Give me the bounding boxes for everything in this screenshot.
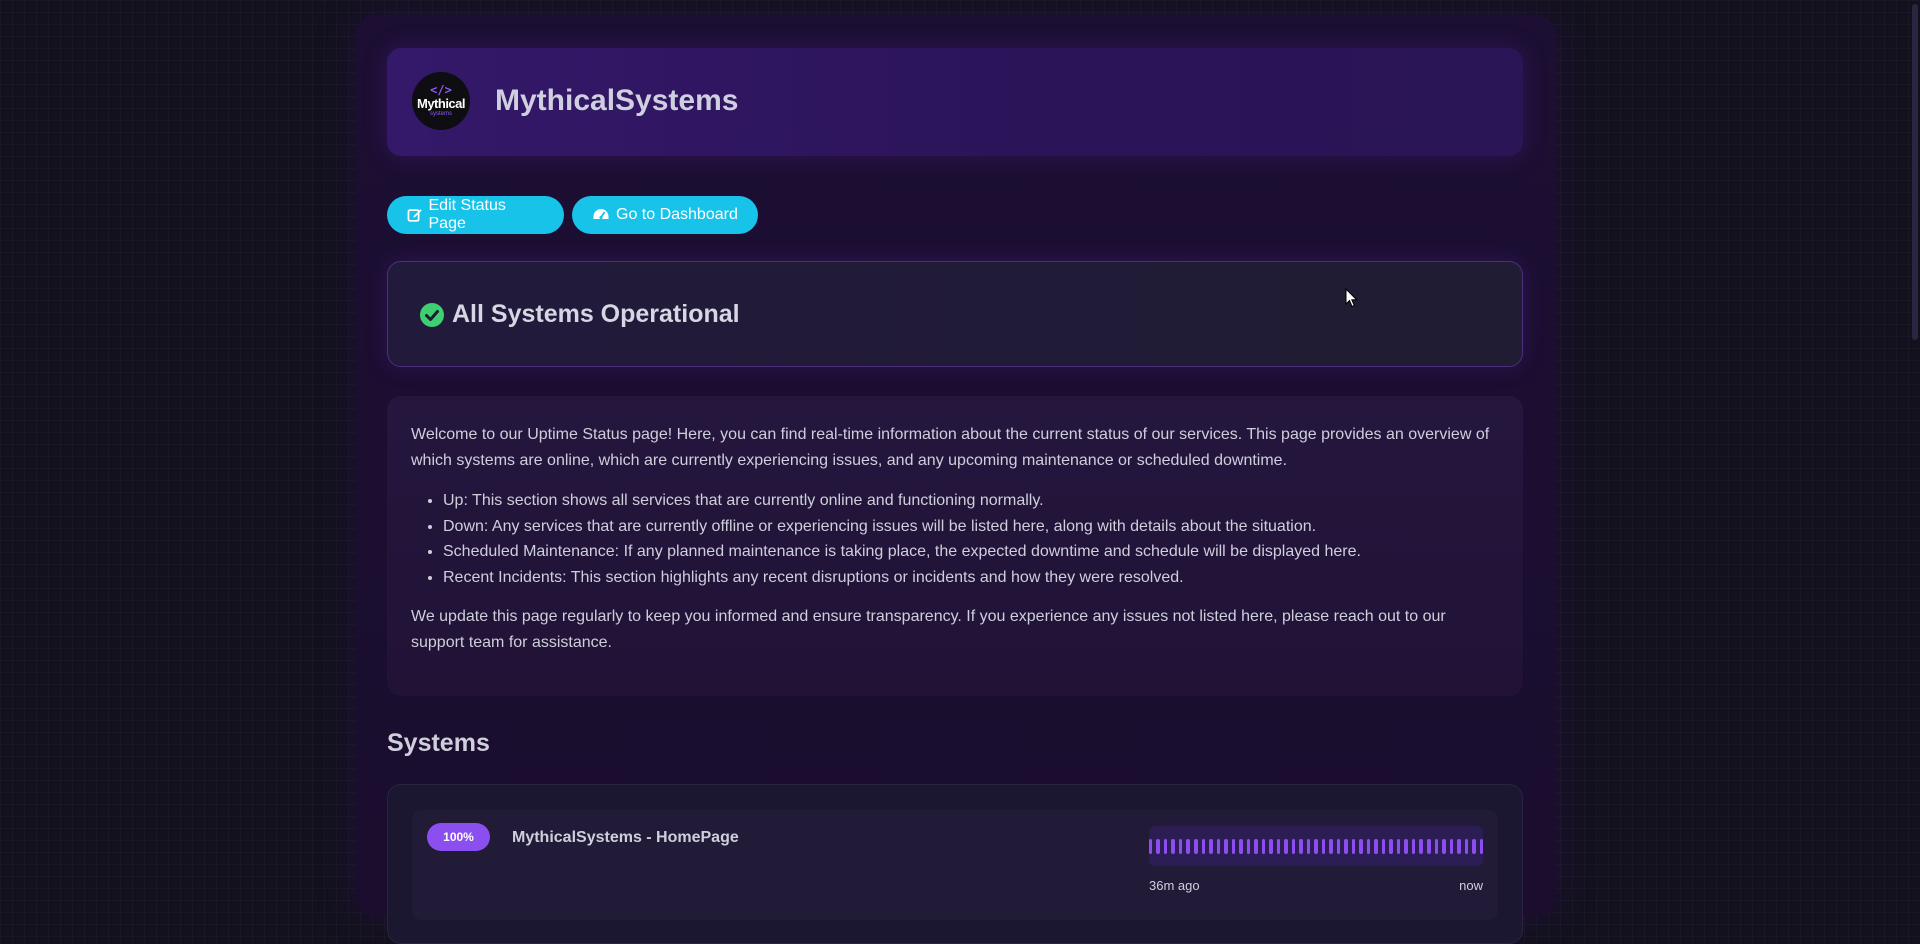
heartbeat-bar[interactable] bbox=[1231, 838, 1236, 854]
check-circle-icon bbox=[420, 303, 444, 327]
page-header: </> Mythical systems MythicalSystems bbox=[387, 48, 1523, 156]
heartbeat-bar[interactable] bbox=[1434, 838, 1439, 854]
heartbeat-bar[interactable] bbox=[1224, 838, 1228, 854]
uptime-badge: 100% bbox=[427, 823, 490, 851]
scrollbar-thumb[interactable] bbox=[1912, 4, 1918, 340]
heartbeat-bar[interactable] bbox=[1449, 838, 1454, 854]
overall-status-text: All Systems Operational bbox=[452, 300, 740, 328]
heartbeat-bar[interactable] bbox=[1261, 838, 1266, 854]
heartbeat-bar[interactable] bbox=[1381, 838, 1386, 854]
heartbeat-bar[interactable] bbox=[1246, 838, 1251, 854]
logo-subtext: systems bbox=[429, 111, 452, 117]
edit-status-page-button[interactable]: Edit Status Page bbox=[387, 196, 564, 234]
heartbeat-bar[interactable] bbox=[1329, 838, 1333, 854]
heartbeat-bar[interactable] bbox=[1171, 838, 1175, 854]
heartbeat-bar[interactable] bbox=[1344, 838, 1348, 854]
heartbeat-bar[interactable] bbox=[1404, 838, 1408, 854]
heartbeat-bar[interactable] bbox=[1374, 838, 1378, 854]
mouse-cursor-icon bbox=[1345, 288, 1358, 308]
description-outro: We update this page regularly to keep yo… bbox=[411, 608, 1446, 651]
heartbeat-bar[interactable] bbox=[1411, 838, 1416, 854]
brand-name: MythicalSystems bbox=[495, 84, 739, 117]
system-name: MythicalSystems - HomePage bbox=[512, 829, 739, 846]
edit-status-page-label: Edit Status Page bbox=[428, 197, 506, 232]
heartbeat-bar[interactable] bbox=[1419, 838, 1423, 854]
brand-logo: </> Mythical systems bbox=[412, 72, 470, 130]
logo-code-mark: </> bbox=[430, 83, 452, 97]
heartbeat-bar[interactable] bbox=[1216, 838, 1221, 854]
description-item-maintenance: Scheduled Maintenance: If any planned ma… bbox=[443, 539, 1499, 565]
description-intro: Welcome to our Uptime Status page! Here,… bbox=[411, 426, 1490, 469]
go-to-dashboard-button[interactable]: Go to Dashboard bbox=[572, 196, 758, 234]
heartbeat-bar[interactable] bbox=[1306, 838, 1311, 854]
heartbeat-bar[interactable] bbox=[1156, 838, 1160, 854]
heartbeat-bar[interactable] bbox=[1163, 838, 1168, 854]
system-row[interactable]: 100% MythicalSystems - HomePage 36m ago … bbox=[412, 810, 1498, 920]
systems-heading: Systems bbox=[387, 729, 490, 757]
description-item-up: Up: This section shows all services that… bbox=[443, 488, 1499, 514]
heartbeat-bar[interactable] bbox=[1209, 838, 1213, 854]
heartbeat-bar[interactable] bbox=[1291, 838, 1296, 854]
logo-wordmark: Mythical bbox=[416, 96, 466, 111]
systems-list: 100% MythicalSystems - HomePage 36m ago … bbox=[387, 784, 1523, 944]
go-to-dashboard-label: Go to Dashboard bbox=[616, 206, 738, 223]
heartbeat-bar[interactable] bbox=[1426, 838, 1431, 854]
heartbeat-bar[interactable] bbox=[1269, 838, 1273, 854]
heartbeat-bar[interactable] bbox=[1276, 838, 1281, 854]
description-item-down: Down: Any services that are currently of… bbox=[443, 514, 1499, 540]
heartbeat-bar[interactable] bbox=[1299, 838, 1303, 854]
heartbeat-bar[interactable] bbox=[1442, 838, 1446, 854]
heartbeat-bar[interactable] bbox=[1194, 838, 1198, 854]
dashboard-gauge-icon bbox=[593, 209, 609, 220]
heartbeat-start-time: 36m ago bbox=[1149, 878, 1200, 893]
heartbeat-bar[interactable] bbox=[1457, 838, 1461, 854]
heartbeat-bar[interactable] bbox=[1396, 838, 1401, 854]
heartbeat-bar[interactable] bbox=[1336, 838, 1341, 854]
heartbeat-bar[interactable] bbox=[1464, 838, 1469, 854]
heartbeat-bar[interactable] bbox=[1178, 838, 1183, 854]
heartbeat-bar[interactable] bbox=[1472, 838, 1476, 854]
heartbeat-bar[interactable] bbox=[1148, 838, 1153, 854]
heartbeat-bar[interactable] bbox=[1239, 838, 1243, 854]
overall-status-banner: All Systems Operational bbox=[387, 261, 1523, 367]
heartbeat-end-time: now bbox=[1459, 878, 1483, 893]
status-description: Welcome to our Uptime Status page! Here,… bbox=[387, 396, 1523, 696]
heartbeat-bar[interactable] bbox=[1201, 838, 1206, 854]
heartbeat-bar-container bbox=[1148, 826, 1484, 866]
description-list: Up: This section shows all services that… bbox=[419, 488, 1499, 590]
heartbeat-bar[interactable] bbox=[1186, 838, 1190, 854]
edit-icon bbox=[407, 209, 422, 222]
heartbeat-bar[interactable] bbox=[1359, 838, 1363, 854]
heartbeat-bar[interactable] bbox=[1321, 838, 1326, 854]
heartbeat-bar[interactable] bbox=[1351, 838, 1356, 854]
heartbeat-bar[interactable] bbox=[1366, 838, 1371, 854]
heartbeat-bar[interactable] bbox=[1479, 838, 1484, 854]
heartbeat-bar[interactable] bbox=[1284, 838, 1288, 854]
heartbeat-bar[interactable] bbox=[1254, 838, 1258, 854]
status-page-container: </> Mythical systems MythicalSystems Edi… bbox=[356, 16, 1556, 944]
page-scrollbar[interactable] bbox=[1910, 0, 1920, 911]
description-item-incidents: Recent Incidents: This section highlight… bbox=[443, 565, 1499, 591]
heartbeat-bar[interactable] bbox=[1314, 838, 1318, 854]
heartbeat-bar[interactable] bbox=[1389, 838, 1393, 854]
